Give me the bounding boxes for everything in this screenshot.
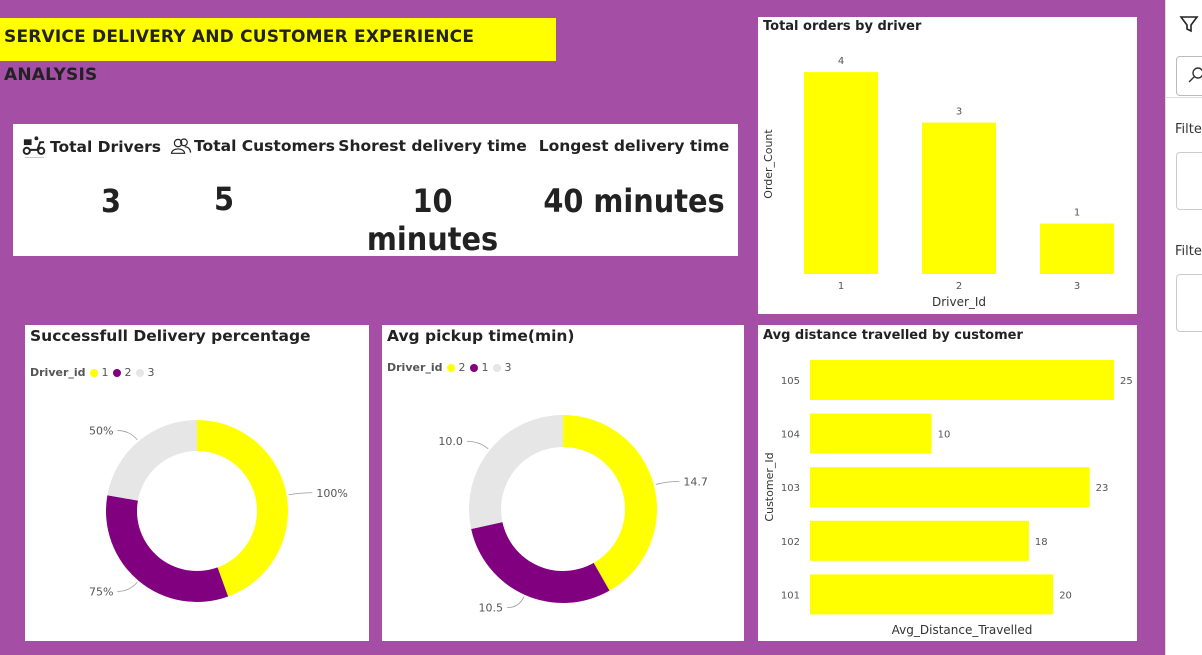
kpi-card: Total Drivers 3 Total Customers 5 Shores…: [13, 124, 738, 258]
leader-line: [507, 596, 525, 609]
kpi-value: 10 minutes: [366, 182, 499, 258]
filter-card[interactable]: [1176, 274, 1202, 332]
tick-label: 102: [781, 537, 800, 548]
leader-line: [117, 581, 138, 592]
kpi-value: 40 minutes: [543, 182, 725, 220]
bar: [810, 360, 1114, 400]
tick-label: 103: [781, 483, 800, 494]
filters-pane[interactable]: Filte Filte: [1165, 0, 1202, 655]
filter-label: Filte: [1175, 122, 1202, 137]
kpi-shortest-delivery: Shorest delivery time 10 minutes: [338, 134, 526, 258]
data-label: 3: [956, 107, 962, 118]
kpi-label: Longest delivery time: [538, 137, 730, 155]
filter-card[interactable]: [1176, 152, 1202, 210]
delivery-donut-chart: 100% 75% 50%: [89, 420, 348, 602]
kpi-value: 5: [214, 180, 235, 218]
pickup-time-panel[interactable]: Avg pickup time(min) Driver_id 2 1 3 14.…: [382, 325, 744, 641]
kpi-label: Shorest delivery time: [338, 137, 527, 155]
data-label: 50%: [89, 425, 113, 438]
bar: [804, 72, 878, 274]
data-label: 25: [1120, 376, 1133, 387]
donut-slice: [563, 415, 657, 591]
orders-by-driver-panel[interactable]: Total orders by driver 4 1 3 2 1 3 Driver_Id Or…: [758, 17, 1137, 314]
kpi-value: 3: [101, 182, 122, 220]
filter-icon[interactable]: [1179, 14, 1199, 34]
x-axis-label: Driver_Id: [932, 295, 986, 309]
kpi-longest-delivery: Longest delivery time 40 minutes: [539, 134, 730, 220]
tick-label: 3: [1074, 281, 1080, 292]
leader-line: [117, 430, 138, 441]
tick-label: 101: [781, 590, 800, 601]
delivery-scooter-icon: [22, 136, 46, 158]
data-label: 23: [1096, 483, 1109, 494]
filter-label: Filte: [1175, 244, 1202, 259]
bar: [810, 467, 1090, 508]
x-axis-label: Avg_Distance_Travelled: [892, 623, 1033, 637]
bar: [1040, 223, 1114, 274]
donut-slice: [469, 415, 563, 529]
bar: [810, 413, 932, 454]
search-icon: [1188, 67, 1202, 83]
y-axis-label: Order_Count: [762, 129, 775, 199]
data-label: 20: [1059, 590, 1072, 601]
data-label: 14.7: [683, 475, 708, 488]
report-title: SERVICE DELIVERY AND CUSTOMER EXPERIENCE…: [0, 18, 556, 85]
distance-bar-chart: 25 105 10 104 23 103 18 102 20 101 Avg_Distance_Tr…: [763, 360, 1133, 637]
tick-label: 1: [838, 281, 844, 292]
leader-line: [655, 480, 680, 485]
data-label: 100%: [316, 487, 347, 500]
leader-line: [466, 440, 489, 450]
filter-search-input[interactable]: [1176, 56, 1202, 96]
bar: [810, 520, 1029, 561]
leader-line: [288, 492, 313, 496]
data-label: 4: [838, 56, 844, 67]
tick-label: 104: [781, 430, 800, 441]
donut-slice: [105, 495, 229, 602]
bar: [922, 122, 996, 274]
data-label: 18: [1035, 537, 1048, 548]
orders-bar-chart: 4 1 3 2 1 3 Driver_Id Order_Count: [762, 56, 1114, 309]
y-axis-label: Customer_Id: [763, 452, 776, 521]
data-label: 10: [938, 430, 951, 441]
data-label: 10.0: [438, 435, 463, 448]
donut-slice: [471, 522, 610, 603]
tick-label: 105: [781, 376, 800, 387]
data-label: 75%: [89, 585, 113, 598]
data-label: 1: [1074, 208, 1080, 219]
pickup-donut-chart: 14.7 10.5 10.0: [438, 415, 708, 615]
kpi-total-customers: Total Customers 5: [170, 134, 335, 218]
users-icon: [170, 138, 192, 154]
distance-by-customer-panel[interactable]: Avg distance travelled by customer 25 105…: [758, 325, 1137, 641]
divider: [1166, 97, 1202, 98]
bar: [810, 574, 1054, 615]
kpi-total-drivers: Total Drivers 3: [21, 134, 161, 220]
kpi-label: Total Drivers: [49, 138, 161, 156]
data-label: 10.5: [479, 602, 504, 615]
delivery-percentage-panel[interactable]: Successfull Delivery percentage Driver_i…: [25, 325, 369, 641]
donut-slice: [107, 420, 197, 501]
tick-label: 2: [956, 281, 962, 292]
kpi-label: Total Customers: [194, 137, 335, 155]
